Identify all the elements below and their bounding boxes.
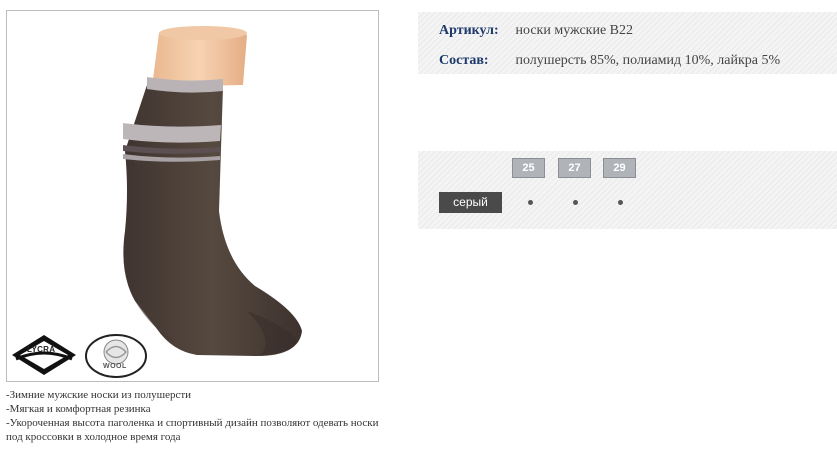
product-image: LYCRA WOOL xyxy=(6,10,379,382)
wool-badge: WOOL xyxy=(84,333,148,379)
size-button-27[interactable]: 27 xyxy=(558,158,591,178)
lycra-badge: LYCRA xyxy=(10,333,78,377)
size-button-29[interactable]: 29 xyxy=(603,158,636,178)
composition-value: полушерсть 85%, полиамид 10%, лайкра 5% xyxy=(515,53,781,68)
article-row: Артикул: носки мужские В22 xyxy=(439,22,633,40)
description-line: -Мягкая и комфортная резинка xyxy=(6,403,151,415)
availability-dot-27[interactable] xyxy=(573,200,578,205)
color-button-grey[interactable]: серый xyxy=(439,192,502,213)
composition-row: Состав: полушерсть 85%, полиамид 10%, ла… xyxy=(439,52,780,70)
description-line: -Укороченная высота паголенка и спортивн… xyxy=(6,417,379,443)
lycra-logo-icon xyxy=(12,335,76,375)
composition-label: Состав: xyxy=(439,53,489,68)
size-button-25[interactable]: 25 xyxy=(512,158,545,178)
article-label: Артикул: xyxy=(439,23,499,38)
product-description: -Зимние мужские носки из полушерсти -Мяг… xyxy=(6,388,391,444)
availability-dot-29[interactable] xyxy=(618,200,623,205)
lycra-text: LYCRA xyxy=(27,345,56,354)
wool-text: WOOL xyxy=(103,363,127,370)
availability-dot-25[interactable] xyxy=(528,200,533,205)
article-value: носки мужские В22 xyxy=(515,23,634,38)
size-color-panel: 25 27 29 серый xyxy=(418,151,837,229)
wool-logo-icon xyxy=(85,334,147,378)
description-line: -Зимние мужские носки из полушерсти xyxy=(6,389,192,401)
product-info-panel: Артикул: носки мужские В22 Состав: полуш… xyxy=(418,12,837,74)
sock-illustration xyxy=(123,26,302,356)
